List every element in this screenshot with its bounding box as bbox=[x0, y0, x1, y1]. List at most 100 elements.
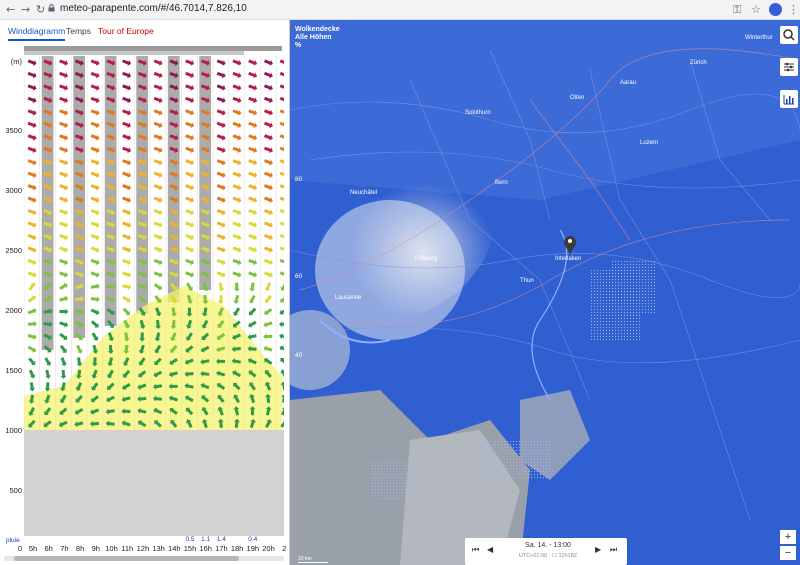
wind-arrow bbox=[122, 271, 132, 278]
x-tick-label: 15h bbox=[183, 544, 197, 553]
browser-toolbar: ← → ↻ meteo-parapente.com/#/46.7014,7.82… bbox=[0, 0, 800, 20]
wind-arrow bbox=[153, 146, 163, 154]
wind-arrow bbox=[59, 246, 69, 253]
wind-arrow bbox=[185, 121, 195, 129]
wind-arrow bbox=[232, 109, 242, 116]
search-button[interactable] bbox=[780, 26, 798, 44]
skip-forward-icon[interactable]: ⏭ bbox=[610, 545, 617, 555]
wind-arrow bbox=[122, 96, 132, 104]
wind-arrow bbox=[249, 282, 256, 292]
time-sub: UTC+01:00 · ☐ 12h18Z bbox=[518, 553, 578, 559]
wind-arrow bbox=[185, 196, 195, 203]
wind-arrow bbox=[90, 271, 100, 278]
wind-arrow bbox=[232, 196, 242, 203]
wind-arrow bbox=[90, 171, 100, 178]
wind-arrow bbox=[248, 258, 258, 266]
diagram-button[interactable] bbox=[780, 90, 798, 108]
wind-arrow bbox=[279, 59, 284, 66]
zoom-in-button[interactable]: + bbox=[780, 530, 796, 544]
cloud-column bbox=[167, 56, 180, 302]
x-tick-label: 10h bbox=[105, 544, 118, 553]
wind-arrow bbox=[279, 196, 284, 203]
sliders-icon bbox=[784, 62, 794, 72]
star-icon[interactable]: ☆ bbox=[751, 3, 761, 16]
wind-arrow bbox=[59, 308, 69, 315]
time-date[interactable]: Sa. 14. - 13:00 bbox=[520, 542, 576, 549]
wind-arrow bbox=[59, 283, 68, 291]
cloud-bar-secondary bbox=[24, 51, 244, 55]
wind-arrow bbox=[90, 221, 100, 228]
wind-arrow bbox=[27, 320, 37, 327]
x-tick-label: 7h bbox=[60, 544, 69, 553]
wind-arrow bbox=[185, 109, 195, 116]
wind-arrow bbox=[59, 71, 69, 79]
wind-arrow bbox=[59, 134, 69, 141]
wind-arrow bbox=[153, 159, 163, 166]
wind-arrow bbox=[90, 146, 100, 154]
wind-arrow bbox=[122, 284, 132, 290]
wind-arrow bbox=[263, 345, 273, 352]
y-tick-label: 1000 bbox=[5, 426, 22, 435]
search-icon bbox=[783, 29, 795, 41]
wind-arrow bbox=[90, 184, 100, 191]
wind-arrow bbox=[216, 146, 226, 154]
wind-arrow bbox=[122, 159, 132, 166]
wind-arrow bbox=[122, 71, 132, 79]
wind-arrow bbox=[59, 146, 69, 154]
wind-arrow bbox=[216, 121, 226, 129]
wind-arrow bbox=[232, 258, 242, 266]
skip-back-icon[interactable]: ⏮ bbox=[472, 545, 479, 555]
city-label: Neuchâtel bbox=[350, 190, 378, 196]
url-bar[interactable]: meteo-parapente.com/#/46.7014,7.826,10 bbox=[60, 3, 247, 14]
wind-arrow bbox=[59, 121, 69, 129]
wind-arrow bbox=[122, 307, 130, 316]
reload-icon[interactable]: ↻ bbox=[36, 3, 45, 16]
map-canvas[interactable] bbox=[290, 20, 800, 565]
tab-temps[interactable]: Temps bbox=[66, 26, 91, 36]
wind-arrow bbox=[233, 307, 241, 316]
wind-arrow bbox=[280, 357, 284, 366]
wind-arrow bbox=[27, 308, 37, 315]
wind-arrow bbox=[153, 221, 163, 228]
wind-arrow bbox=[279, 134, 284, 141]
wind-arrow bbox=[216, 71, 226, 79]
wind-arrow bbox=[59, 221, 69, 228]
step-back-icon[interactable]: ◀ bbox=[487, 545, 493, 554]
wind-arrow bbox=[185, 184, 195, 191]
wind-arrow bbox=[248, 271, 258, 278]
back-icon[interactable]: ← bbox=[6, 3, 15, 16]
avatar[interactable] bbox=[769, 3, 782, 16]
wind-arrow bbox=[153, 258, 163, 266]
map[interactable]: Wolkendecke Alle Höhen % 80 60 40 Bern L… bbox=[290, 20, 800, 565]
key-icon[interactable]: ⚿ bbox=[733, 3, 741, 17]
forward-icon[interactable]: → bbox=[21, 3, 30, 16]
x-tick-label: 18h bbox=[230, 544, 244, 553]
wind-arrow bbox=[263, 159, 273, 166]
city-label: Interlaken bbox=[555, 256, 582, 262]
wind-arrow bbox=[153, 171, 163, 178]
step-forward-icon[interactable]: ▶ bbox=[595, 545, 601, 554]
wind-arrow bbox=[27, 121, 37, 129]
legend-60: 60 bbox=[295, 273, 303, 280]
tab-winddiagramm[interactable]: Winddiagramm bbox=[8, 26, 66, 41]
wind-arrow bbox=[263, 146, 273, 154]
layers-settings-button[interactable] bbox=[780, 58, 798, 76]
wind-arrow bbox=[59, 59, 69, 66]
wind-arrow bbox=[122, 209, 132, 216]
wind-arrow bbox=[153, 283, 163, 291]
city-label: Lausanne bbox=[335, 295, 362, 301]
zoom-out-button[interactable]: − bbox=[780, 546, 796, 560]
horizontal-scrollbar[interactable] bbox=[4, 556, 284, 561]
wind-arrow bbox=[59, 171, 69, 178]
wind-arrow bbox=[27, 159, 37, 166]
tab-tour-of-europe[interactable]: Tour of Europe bbox=[98, 26, 154, 36]
wind-arrow bbox=[153, 59, 163, 66]
scrollbar-thumb[interactable] bbox=[14, 556, 239, 561]
wind-arrow bbox=[185, 146, 195, 154]
wind-arrow bbox=[264, 308, 273, 316]
wind-arrow bbox=[122, 121, 132, 129]
menu-icon[interactable]: ⋮ bbox=[788, 3, 799, 16]
wind-arrow bbox=[248, 221, 258, 228]
wind-arrow bbox=[279, 209, 284, 216]
wind-arrow bbox=[28, 369, 36, 379]
